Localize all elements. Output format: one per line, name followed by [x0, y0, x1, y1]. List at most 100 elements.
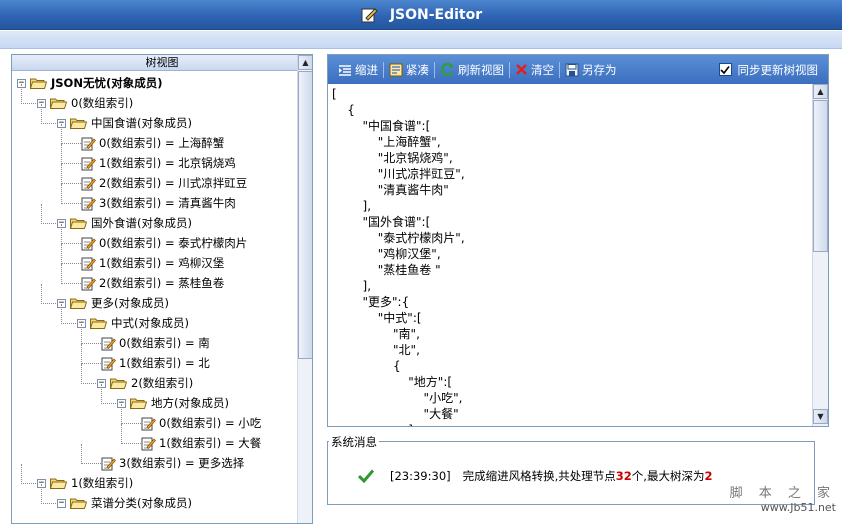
tree-node-value[interactable]: 1(数组索引) = 大餐: [139, 434, 261, 452]
editor-scroll-up-button[interactable]: ▲: [813, 84, 828, 99]
tree-node-label: 2(数组索引) = 蒸桂鱼卷: [99, 276, 225, 290]
tree-node-value[interactable]: 1(数组索引) = 北: [99, 354, 210, 372]
sync-tree-checkbox[interactable]: [718, 63, 732, 76]
code-line: "泰式柠檬肉片",: [332, 231, 465, 245]
tree-connector: [81, 444, 82, 464]
folder-open-icon: [70, 498, 87, 509]
code-line: {: [332, 103, 355, 117]
tree-view-panel: 树视图 − JSON无忧(对象成员) −0(数组索引) − 中国食谱(对象成员) 0(数组…: [11, 54, 313, 524]
save-as-button[interactable]: 另存为: [563, 59, 619, 81]
code-line: "蒸桂鱼卷 ": [332, 263, 441, 277]
message-text-b: 个,最大树深为: [631, 469, 705, 483]
code-line: "更多":{: [332, 295, 410, 309]
code-line: {: [332, 359, 401, 373]
tree-node-label: 中式(对象成员): [111, 316, 189, 330]
tree-node-value[interactable]: 1(数组索引) = 鸡柳汉堡: [79, 254, 224, 272]
tree-node-value[interactable]: 2(数组索引) = 川式凉拌豇豆: [79, 174, 247, 192]
tree-node-value[interactable]: 0(数组索引) = 南: [99, 334, 210, 352]
json-text-editor[interactable]: [ { "中国食谱":[ "上海醉蟹", "北京锅烧鸡", "川式凉拌豇豆", …: [328, 84, 812, 426]
code-line: "大餐": [332, 407, 459, 421]
tree-connector: [61, 164, 62, 184]
tree-connector: [61, 304, 62, 324]
main-area: 树视图 − JSON无忧(对象成员) −0(数组索引) − 中国食谱(对象成员) 0(数组…: [0, 49, 842, 524]
tree-node-label: 0(数组索引) = 上海醉蟹: [99, 136, 225, 150]
tree-node-folder[interactable]: − 更多(对象成员): [57, 294, 169, 312]
sync-tree-toggle[interactable]: 同步更新树视图: [718, 62, 819, 78]
folder-open-icon: [70, 118, 87, 129]
folder-open-icon: [90, 318, 107, 329]
code-line: "上海醉蟹",: [332, 135, 441, 149]
code-line: ],: [332, 199, 372, 213]
tree-scrollbar[interactable]: ▲: [297, 55, 312, 523]
tree-scroll-thumb[interactable]: [298, 71, 312, 359]
tree-node-folder[interactable]: − JSON无忧(对象成员): [17, 74, 162, 92]
tree-connector: [81, 344, 82, 364]
refresh-icon: [441, 62, 454, 76]
tree-node-folder[interactable]: − 地方(对象成员): [117, 394, 229, 412]
tree-node-label: 1(数组索引) = 鸡柳汉堡: [99, 256, 225, 270]
toolbar-separator: [559, 61, 560, 78]
watermark-line2: www.Jb51.net: [760, 501, 836, 514]
sync-tree-label: 同步更新树视图: [737, 62, 819, 77]
tree-node-value[interactable]: 2(数组索引) = 蒸桂鱼卷: [79, 274, 224, 292]
tree-connector: [121, 404, 122, 424]
tree-node-label: 中国食谱(对象成员): [91, 116, 192, 130]
tree-connector: [61, 144, 62, 164]
tree-connector: [61, 184, 62, 204]
edit-icon: [361, 7, 378, 22]
code-line: "清真酱牛肉": [332, 183, 449, 197]
indent-label: 缩进: [355, 62, 378, 77]
tree-node-value[interactable]: 0(数组索引) = 上海醉蟹: [79, 134, 224, 152]
value-node-icon: [101, 357, 116, 370]
tree-node-folder[interactable]: − 中式(对象成员): [77, 314, 189, 332]
tree-connector: [61, 224, 62, 244]
indent-button[interactable]: 缩进: [336, 59, 380, 81]
tree-node-folder[interactable]: −2(数组索引): [97, 374, 193, 392]
code-line: "南",: [332, 327, 420, 341]
tree-connector: [101, 384, 102, 404]
tree-node-value[interactable]: 0(数组索引) = 泰式柠檬肉片: [79, 234, 247, 252]
tree-node-folder[interactable]: −1(数组索引): [37, 474, 133, 492]
tree-connector: [81, 364, 82, 384]
tree-node-value[interactable]: 1(数组索引) = 北京锅烧鸡: [79, 154, 236, 172]
value-node-icon: [141, 437, 156, 450]
tree-node-value[interactable]: 0(数组索引) = 小吃: [139, 414, 261, 432]
tree-connector: [41, 284, 42, 304]
refresh-view-button[interactable]: 刷新视图: [438, 59, 506, 81]
tree-node-value[interactable]: 3(数组索引) = 更多选择: [99, 454, 244, 472]
value-node-icon: [81, 157, 96, 170]
folder-open-icon: [30, 78, 47, 89]
tree-connector: [21, 103, 36, 104]
tree-node-folder[interactable]: −0(数组索引): [37, 94, 133, 112]
tree-node-value[interactable]: 3(数组索引) = 清真酱牛肉: [79, 194, 236, 212]
message-tree-depth: 2: [704, 469, 713, 483]
value-node-icon: [141, 417, 156, 430]
value-node-icon: [81, 137, 96, 150]
code-line: "地方":[: [332, 375, 453, 389]
editor-scroll-thumb[interactable]: [813, 100, 828, 252]
tree-scroll-up-button[interactable]: ▲: [298, 55, 312, 70]
compact-button[interactable]: 紧凑: [387, 59, 431, 81]
tree-node-folder[interactable]: − 国外食谱(对象成员): [57, 214, 192, 232]
folder-open-icon: [130, 398, 147, 409]
tree-node-label: 1(数组索引) = 北: [119, 356, 210, 370]
folder-open-icon: [50, 98, 67, 109]
editor-scroll-down-button[interactable]: ▼: [813, 409, 828, 424]
editor-toolbar: 缩进 紧凑 刷新视图 清空 另存为 同步更新树视图: [328, 55, 828, 84]
collapse-icon[interactable]: −: [57, 498, 66, 508]
code-line: ],: [332, 279, 372, 293]
code-line: "北京锅烧鸡",: [332, 151, 453, 165]
tree-node-folder[interactable]: − 菜谱分类(对象成员): [57, 494, 192, 512]
tree-connector: [41, 204, 42, 224]
folder-open-icon: [70, 218, 87, 229]
toolbar-separator: [434, 61, 435, 78]
value-node-icon: [81, 197, 96, 210]
compact-icon: [389, 63, 403, 76]
editor-scrollbar[interactable]: ▲ ▼: [812, 84, 828, 426]
value-node-icon: [81, 277, 96, 290]
clear-button[interactable]: 清空: [513, 59, 556, 81]
tree-node-label: 1(数组索引): [71, 476, 134, 490]
folder-open-icon: [50, 478, 67, 489]
indent-icon: [339, 64, 351, 76]
tree-node-folder[interactable]: − 中国食谱(对象成员): [57, 114, 192, 132]
